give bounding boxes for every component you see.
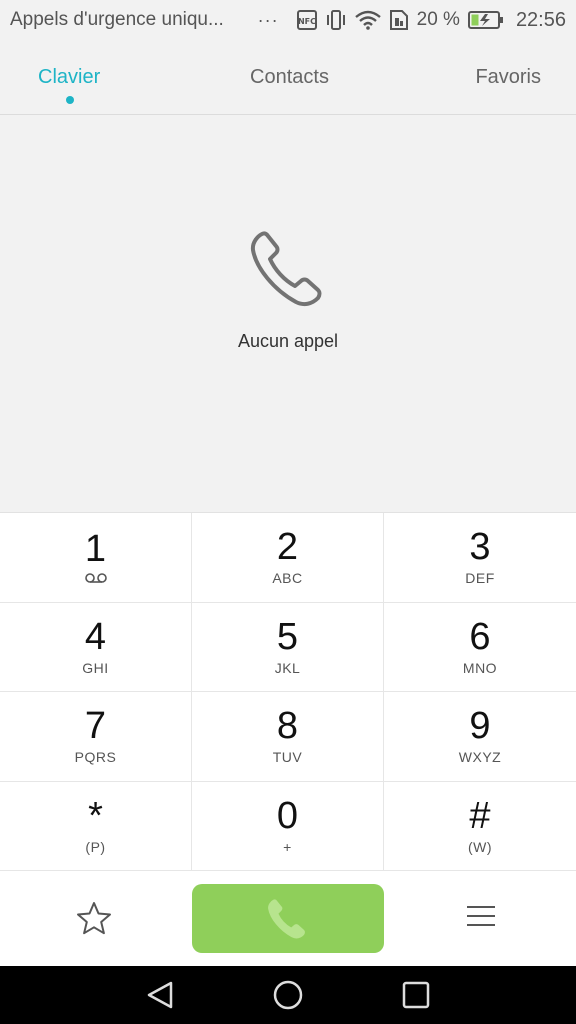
back-icon[interactable]	[145, 980, 175, 1010]
key-5[interactable]: 5 JKL	[192, 602, 384, 692]
key-digit: *	[88, 794, 103, 837]
home-icon[interactable]	[272, 979, 304, 1011]
key-2[interactable]: 2 ABC	[192, 513, 384, 603]
key-digit: 5	[276, 615, 299, 658]
star-icon[interactable]	[76, 901, 112, 935]
key-letters: WXYZ	[458, 749, 502, 766]
key-hash[interactable]: # (W)	[384, 782, 576, 871]
voicemail-icon	[84, 572, 107, 584]
key-letters: JKL	[274, 659, 301, 676]
key-0[interactable]: 0 +	[192, 781, 384, 871]
recent-apps-icon[interactable]	[402, 981, 430, 1009]
key-letters: DEF	[465, 570, 495, 587]
tab-bar: Clavier Contacts Favoris	[0, 40, 576, 115]
call-log-empty	[0, 115, 576, 512]
key-6[interactable]: 6 MNO	[384, 603, 576, 692]
tab-clavier[interactable]: Clavier	[0, 40, 206, 114]
key-digit: 7	[84, 705, 107, 748]
tab-label: Clavier	[38, 65, 101, 88]
active-tab-indicator	[66, 96, 74, 104]
wifi-icon	[354, 10, 381, 30]
key-8[interactable]: 8 TUV	[192, 692, 384, 782]
key-letters: PQRS	[74, 749, 117, 766]
key-star[interactable]: * (P)	[0, 781, 192, 871]
key-letters: ABC	[272, 570, 303, 587]
key-letters: TUV	[272, 749, 303, 766]
key-digit: 1	[84, 528, 107, 571]
menu-icon[interactable]	[466, 905, 496, 927]
phone-outline-icon	[250, 231, 322, 307]
status-icons: NFC 20 % 22:56	[296, 8, 566, 32]
overflow-dots: ···	[257, 9, 279, 30]
key-digit: 4	[84, 615, 107, 658]
key-letters: (P)	[85, 838, 106, 855]
notification-text: Appels d'urgence uniqu...	[10, 9, 224, 30]
key-1[interactable]: 1	[0, 513, 192, 603]
clock: 22:56	[515, 8, 566, 31]
tab-label: Contacts	[250, 65, 329, 88]
dial-keypad: 1 2 ABC 3 DEF 4 GHI 5 JKL 6 MNO 7 PQRS 8…	[0, 512, 576, 871]
phone-icon	[268, 898, 305, 938]
key-digit: 8	[276, 705, 299, 748]
svg-text:NFC: NFC	[298, 17, 316, 26]
vibrate-icon	[326, 10, 345, 30]
key-letters: MNO	[462, 659, 498, 676]
key-letters: +	[283, 838, 292, 855]
key-digit: #	[469, 794, 491, 837]
key-4[interactable]: 4 GHI	[0, 602, 192, 692]
key-digit: 9	[469, 705, 491, 748]
dialer-actions	[0, 870, 576, 966]
status-bar: Appels d'urgence uniqu... ··· NFC 20 % 2…	[0, 0, 576, 40]
key-digit: 2	[276, 526, 299, 569]
system-nav-bar	[0, 966, 576, 1024]
key-letters: (W)	[467, 838, 493, 855]
tab-favoris[interactable]: Favoris	[373, 40, 576, 114]
tab-contacts[interactable]: Contacts	[206, 40, 374, 114]
battery-percent: 20 %	[416, 9, 460, 30]
call-button[interactable]	[192, 884, 384, 953]
key-digit: 3	[469, 526, 491, 569]
key-digit: 0	[276, 794, 299, 837]
tab-label: Favoris	[475, 65, 542, 88]
empty-state-text: Aucun appel	[237, 331, 339, 351]
key-letters: GHI	[82, 659, 109, 676]
nfc-icon: NFC	[296, 10, 317, 30]
key-3[interactable]: 3 DEF	[384, 513, 576, 603]
key-digit: 6	[469, 615, 491, 658]
key-9[interactable]: 9 WXYZ	[384, 692, 576, 782]
sim-icon	[389, 10, 408, 30]
key-7[interactable]: 7 PQRS	[0, 692, 192, 782]
battery-charging-icon	[467, 11, 503, 29]
